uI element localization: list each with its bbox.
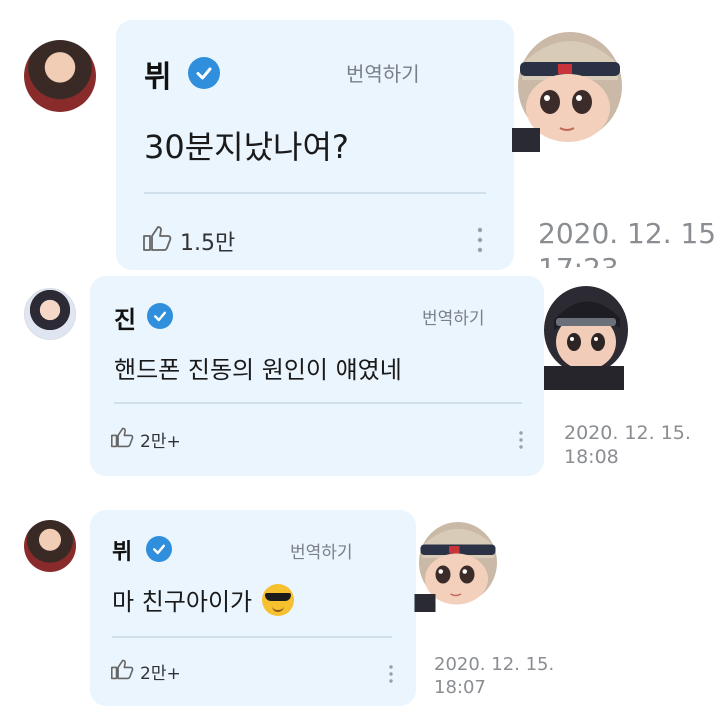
comment-post-3: 뷔 번역하기 마 친구아이가 2만+ 2020. 12. 15. 18:07 (0, 508, 720, 726)
thumbs-up-icon (142, 224, 172, 258)
translate-button[interactable]: 번역하기 (346, 58, 420, 87)
comment-text: 마 친구아이가 (112, 582, 294, 617)
comment-post-1: 뷔 번역하기 30분지났나여? 1.5만 2020. 12. 15 17:23 (0, 0, 720, 270)
thumbs-up-icon (110, 426, 134, 453)
verified-badge-icon (188, 57, 220, 89)
like-button[interactable]: 2만+ (110, 426, 181, 453)
thumbs-up-icon (110, 658, 134, 685)
author-avatar[interactable] (24, 520, 76, 572)
more-options-icon[interactable] (388, 664, 394, 688)
verified-badge-icon (146, 536, 172, 562)
translate-button[interactable]: 번역하기 (290, 538, 353, 563)
timestamp: 2020. 12. 15 17:23 (538, 217, 717, 268)
rj-character-sticker (540, 280, 630, 394)
like-count: 2만+ (140, 432, 181, 452)
like-button[interactable]: 2만+ (110, 658, 181, 685)
tata-character-sticker (512, 24, 628, 156)
comment-post-2: 진 번역하기 핸드폰 진동의 원인이 얘였네 2만+ 2020. 12. 15.… (0, 272, 720, 482)
comment-text: 30분지났나여? (144, 128, 349, 166)
translate-button[interactable]: 번역하기 (422, 304, 485, 329)
divider (112, 636, 392, 638)
divider (144, 192, 486, 194)
comment-text: 핸드폰 진동의 원인이 얘였네 (114, 356, 402, 384)
comment-text-content: 마 친구아이가 (112, 588, 253, 616)
like-count: 2만+ (140, 664, 181, 684)
more-options-icon[interactable] (476, 226, 484, 258)
timestamp: 2020. 12. 15. 18:07 (434, 654, 555, 698)
sunglasses-emoji-icon (261, 584, 294, 616)
author-name[interactable]: 진 (114, 300, 136, 335)
like-count: 1.5만 (180, 231, 236, 256)
like-button[interactable]: 1.5만 (142, 224, 235, 258)
tata-character-sticker (414, 516, 502, 616)
author-avatar[interactable] (24, 40, 96, 112)
verified-badge-icon (147, 303, 173, 329)
author-name[interactable]: 뷔 (144, 52, 172, 96)
author-avatar[interactable] (24, 288, 76, 340)
more-options-icon[interactable] (518, 430, 524, 454)
timestamp: 2020. 12. 15. 18:08 (564, 422, 691, 468)
divider (114, 402, 522, 404)
author-name[interactable]: 뷔 (112, 534, 132, 566)
